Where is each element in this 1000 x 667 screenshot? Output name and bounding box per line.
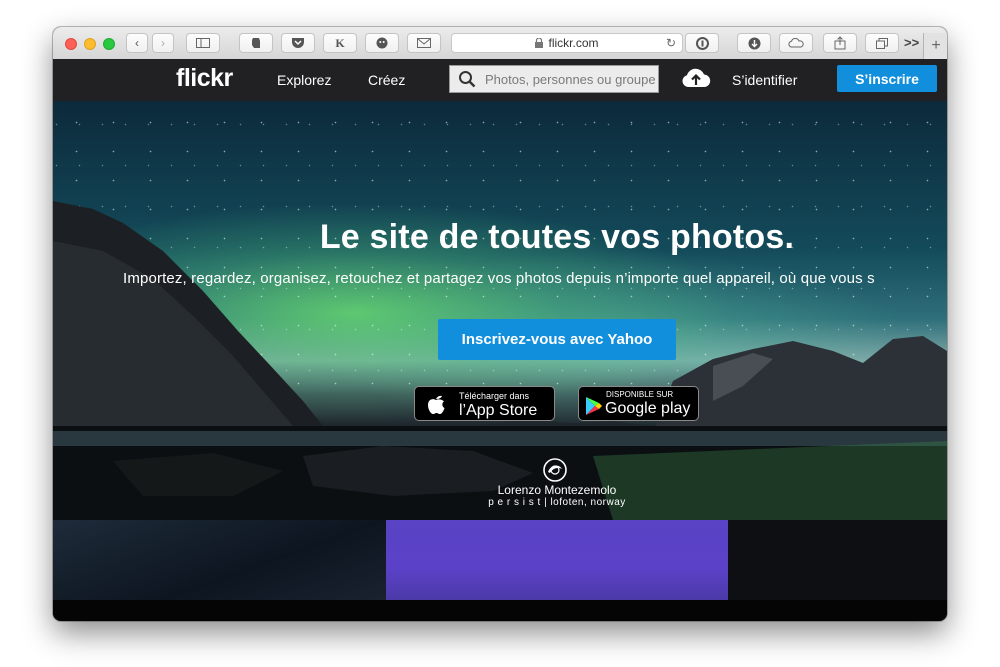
pocket-icon [292, 38, 304, 48]
share-button[interactable] [823, 33, 857, 53]
app-store-badge[interactable]: Télécharger dans l’App Store [414, 386, 555, 421]
mail-icon [417, 38, 431, 48]
ghost-icon [376, 37, 388, 48]
pocket-extension-button[interactable] [281, 33, 315, 53]
mail-extension-button[interactable] [407, 33, 441, 53]
chevron-right-icon: › [161, 36, 165, 50]
new-tab-button[interactable]: + [923, 33, 947, 59]
browser-window: ‹ › K flickr.com ↻ >> + flickr Explorez … [53, 27, 947, 621]
evernote-icon [252, 38, 260, 48]
photo-tile[interactable] [53, 520, 386, 600]
photo-tile[interactable] [386, 520, 728, 600]
upload-cloud-icon [682, 68, 711, 87]
photo-tile[interactable] [728, 520, 947, 600]
icloud-button[interactable] [779, 33, 813, 53]
download-icon [748, 37, 760, 49]
google-play-big-text: Google play [605, 400, 691, 417]
app-store-big-text: l’App Store [459, 402, 538, 419]
k-icon: K [335, 35, 345, 50]
search-icon [459, 71, 476, 88]
hero-headline: Le site de toutes vos photos. [319, 218, 795, 256]
more-toolbar-items-button[interactable]: >> [904, 35, 919, 50]
back-button[interactable]: ‹ [126, 33, 148, 53]
landscape-illustration [53, 201, 947, 520]
ghostery-extension-button[interactable] [365, 33, 399, 53]
upload-button[interactable] [681, 67, 711, 94]
share-icon [834, 36, 846, 50]
signin-link[interactable]: S’identifier [732, 72, 797, 88]
app-store-small-text: Télécharger dans [459, 391, 530, 401]
downloads-button[interactable] [737, 33, 771, 53]
tabs-overview-button[interactable] [865, 33, 899, 53]
k-extension-button[interactable]: K [323, 33, 357, 53]
hero-subline: Importez, regardez, organisez, retouchez… [123, 270, 875, 287]
signup-button[interactable]: S’inscrire [837, 65, 937, 92]
window-bottom-edge [53, 600, 947, 621]
chevron-left-icon: ‹ [135, 36, 139, 50]
flickr-logo[interactable]: flickr [176, 64, 233, 93]
google-play-icon [586, 397, 602, 415]
forward-button[interactable]: › [152, 33, 174, 53]
url-text: flickr.com [548, 36, 599, 50]
close-window-button[interactable] [65, 38, 77, 50]
address-bar[interactable]: flickr.com ↻ [451, 33, 683, 53]
google-play-small-text: DISPONIBLE SUR [606, 390, 674, 399]
hero-section: Le site de toutes vos photos. Importez, … [53, 101, 947, 520]
search-placeholder: Photos, personnes ou groupes [485, 72, 655, 87]
search-input[interactable]: Photos, personnes ou groupes [449, 65, 659, 93]
browser-toolbar: ‹ › K flickr.com ↻ >> + [53, 27, 947, 60]
cloud-icon [788, 38, 804, 48]
evernote-extension-button[interactable] [239, 33, 273, 53]
reload-icon[interactable]: ↻ [666, 36, 676, 50]
photo-credit-name[interactable]: Lorenzo Montezemolo [53, 483, 947, 497]
nav-explore-link[interactable]: Explorez [277, 72, 331, 88]
1password-icon [695, 36, 709, 50]
apple-icon [428, 395, 445, 414]
lock-icon [535, 38, 544, 48]
flickr-nav-bar: flickr Explorez Créez Photos, personnes … [53, 59, 947, 101]
1password-extension-button[interactable] [685, 33, 719, 53]
sidebar-button[interactable] [186, 33, 220, 53]
yahoo-signup-button[interactable]: Inscrivez-vous avec Yahoo [438, 319, 676, 360]
sidebar-icon [196, 38, 210, 48]
maximize-window-button[interactable] [103, 38, 115, 50]
photo-credit-subtitle: p e r s i s t | lofoten, norway [488, 497, 626, 508]
photographer-logo-icon [543, 458, 567, 482]
minimize-window-button[interactable] [84, 38, 96, 50]
nav-create-link[interactable]: Créez [368, 72, 405, 88]
google-play-badge[interactable]: DISPONIBLE SUR Google play [578, 386, 699, 421]
tabs-icon [876, 37, 888, 49]
